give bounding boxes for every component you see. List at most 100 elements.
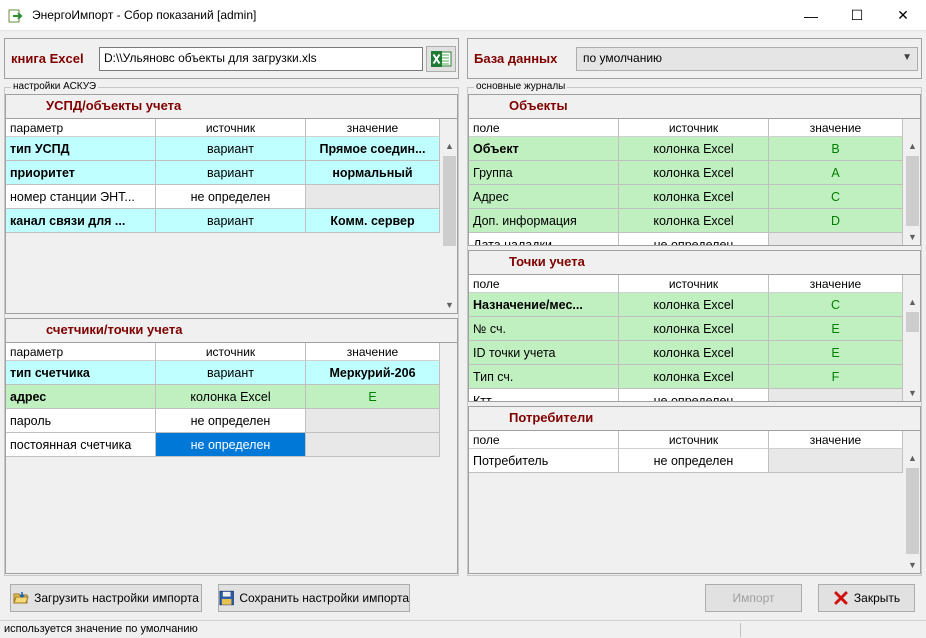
- meters-row-source[interactable]: колонка Excel: [156, 385, 306, 409]
- objects-row-value[interactable]: D: [769, 209, 903, 233]
- table-row[interactable]: тип счетчика вариант Меркурий-206: [6, 361, 440, 385]
- uspd-header-source[interactable]: источник: [156, 119, 306, 137]
- points-row-source[interactable]: колонка Excel: [619, 341, 769, 365]
- meters-row-param[interactable]: адрес: [6, 385, 156, 409]
- consumers-row-field[interactable]: Потребитель: [469, 449, 619, 473]
- scroll-thumb[interactable]: [906, 156, 919, 226]
- uspd-row-value[interactable]: Прямое соедин...: [306, 137, 440, 161]
- points-row-source[interactable]: не определен: [619, 389, 769, 401]
- load-settings-button[interactable]: Загрузить настройки импорта: [10, 584, 202, 612]
- objects-row-source[interactable]: колонка Excel: [619, 161, 769, 185]
- consumers-row-source[interactable]: не определен: [619, 449, 769, 473]
- objects-row-field[interactable]: Объект: [469, 137, 619, 161]
- import-button[interactable]: Импорт: [705, 584, 802, 612]
- points-row-value[interactable]: [769, 389, 903, 401]
- uspd-row-source[interactable]: вариант: [156, 209, 306, 233]
- scroll-up-icon[interactable]: ▲: [904, 293, 920, 310]
- points-row-source[interactable]: колонка Excel: [619, 317, 769, 341]
- meters-row-param[interactable]: пароль: [6, 409, 156, 433]
- table-row[interactable]: Тип сч. колонка Excel F: [469, 365, 903, 389]
- consumers-header-value[interactable]: значение: [769, 431, 903, 449]
- meters-row-value[interactable]: Меркурий-206: [306, 361, 440, 385]
- meters-header-source[interactable]: источник: [156, 343, 306, 361]
- table-row[interactable]: номер станции ЭНТ... не определен: [6, 185, 440, 209]
- table-row[interactable]: Доп. информация колонка Excel D: [469, 209, 903, 233]
- objects-row-field[interactable]: Адрес: [469, 185, 619, 209]
- table-row[interactable]: адрес колонка Excel E: [6, 385, 440, 409]
- objects-vertical-scrollbar[interactable]: ▲ ▼: [903, 137, 920, 245]
- uspd-header-value[interactable]: значение: [306, 119, 440, 137]
- meters-row-source[interactable]: вариант: [156, 361, 306, 385]
- uspd-row-param[interactable]: номер станции ЭНТ...: [6, 185, 156, 209]
- meters-row-value[interactable]: [306, 433, 440, 457]
- meters-row-value[interactable]: [306, 409, 440, 433]
- objects-row-source[interactable]: колонка Excel: [619, 137, 769, 161]
- objects-row-source[interactable]: колонка Excel: [619, 185, 769, 209]
- scroll-up-icon[interactable]: ▲: [904, 137, 920, 154]
- uspd-row-value[interactable]: [306, 185, 440, 209]
- save-settings-button[interactable]: Сохранить настройки импорта: [218, 584, 410, 612]
- close-button[interactable]: Закрыть: [818, 584, 915, 612]
- uspd-row-source[interactable]: вариант: [156, 137, 306, 161]
- table-row[interactable]: Объект колонка Excel B: [469, 137, 903, 161]
- table-row[interactable]: Адрес колонка Excel C: [469, 185, 903, 209]
- meters-row-param[interactable]: постоянная счетчика: [6, 433, 156, 457]
- table-row[interactable]: тип УСПД вариант Прямое соедин...: [6, 137, 440, 161]
- table-row[interactable]: постоянная счетчика не определен: [6, 433, 440, 457]
- scroll-down-icon[interactable]: ▼: [441, 296, 457, 313]
- uspd-row-param[interactable]: канал связи для ...: [6, 209, 156, 233]
- points-row-field[interactable]: Назначение/мес...: [469, 293, 619, 317]
- meters-header-param[interactable]: параметр: [6, 343, 156, 361]
- objects-header-field[interactable]: поле: [469, 119, 619, 137]
- table-row[interactable]: ID точки учета колонка Excel E: [469, 341, 903, 365]
- objects-row-field[interactable]: Группа: [469, 161, 619, 185]
- table-row[interactable]: Потребитель не определен: [469, 449, 903, 473]
- maximize-button[interactable]: ☐: [834, 0, 880, 31]
- objects-row-field[interactable]: Доп. информация: [469, 209, 619, 233]
- uspd-row-source[interactable]: вариант: [156, 161, 306, 185]
- points-row-value[interactable]: E: [769, 341, 903, 365]
- objects-row-value[interactable]: A: [769, 161, 903, 185]
- objects-row-source[interactable]: не определен: [619, 233, 769, 245]
- scroll-thumb[interactable]: [906, 468, 919, 554]
- objects-row-value[interactable]: B: [769, 137, 903, 161]
- scroll-down-icon[interactable]: ▼: [904, 228, 920, 245]
- points-row-field[interactable]: Тип сч.: [469, 365, 619, 389]
- consumers-header-field[interactable]: поле: [469, 431, 619, 449]
- consumers-row-value[interactable]: [769, 449, 903, 473]
- points-header-value[interactable]: значение: [769, 275, 903, 293]
- objects-row-field[interactable]: Дата наладки: [469, 233, 619, 245]
- uspd-row-value[interactable]: Комм. сервер: [306, 209, 440, 233]
- table-row[interactable]: Дата наладки не определен: [469, 233, 903, 245]
- uspd-header-param[interactable]: параметр: [6, 119, 156, 137]
- objects-row-source[interactable]: колонка Excel: [619, 209, 769, 233]
- table-row[interactable]: № сч. колонка Excel E: [469, 317, 903, 341]
- points-row-value[interactable]: F: [769, 365, 903, 389]
- uspd-row-param[interactable]: приоритет: [6, 161, 156, 185]
- consumers-header-source[interactable]: источник: [619, 431, 769, 449]
- excel-path-input[interactable]: D:\\Ульяновс объекты для загрузки.xls: [99, 47, 423, 71]
- table-row[interactable]: пароль не определен: [6, 409, 440, 433]
- table-row[interactable]: приоритет вариант нормальный: [6, 161, 440, 185]
- meters-row-value[interactable]: E: [306, 385, 440, 409]
- table-row[interactable]: канал связи для ... вариант Комм. сервер: [6, 209, 440, 233]
- points-header-source[interactable]: источник: [619, 275, 769, 293]
- objects-row-value[interactable]: C: [769, 185, 903, 209]
- scroll-thumb[interactable]: [906, 312, 919, 332]
- points-row-field[interactable]: ID точки учета: [469, 341, 619, 365]
- objects-header-value[interactable]: значение: [769, 119, 903, 137]
- points-row-value[interactable]: C: [769, 293, 903, 317]
- scroll-up-icon[interactable]: ▲: [904, 449, 920, 466]
- points-row-field[interactable]: № сч.: [469, 317, 619, 341]
- consumers-vertical-scrollbar[interactable]: ▲ ▼: [903, 449, 920, 573]
- scroll-down-icon[interactable]: ▼: [904, 384, 920, 401]
- uspd-row-source[interactable]: не определен: [156, 185, 306, 209]
- meters-row-source-selected[interactable]: не определен: [156, 433, 306, 457]
- minimize-button[interactable]: —: [788, 0, 834, 31]
- objects-header-source[interactable]: источник: [619, 119, 769, 137]
- close-window-button[interactable]: ✕: [880, 0, 926, 31]
- open-excel-button[interactable]: [426, 46, 456, 72]
- scroll-thumb[interactable]: [443, 156, 456, 246]
- points-row-source[interactable]: колонка Excel: [619, 365, 769, 389]
- objects-row-value[interactable]: [769, 233, 903, 245]
